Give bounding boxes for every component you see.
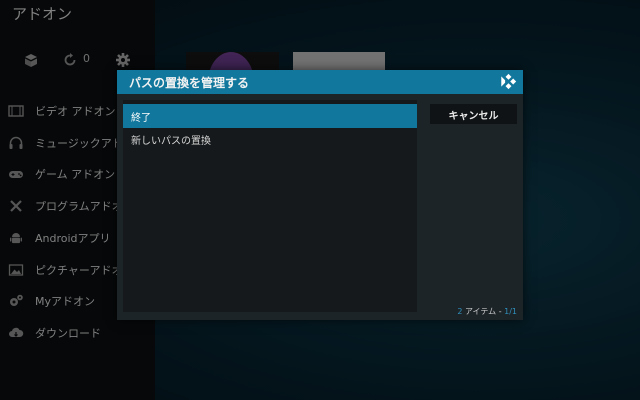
item-count-label: アイテム - <box>462 307 505 316</box>
cancel-button[interactable]: キャンセル <box>430 104 517 124</box>
path-substitution-dialog: パスの置換を管理する 終了 新しいパスの置換 キャンセル 2 アイテム - 1/… <box>117 70 523 320</box>
list-item-label: 新しいパスの置換 <box>131 135 211 147</box>
list-item-label: 終了 <box>131 112 151 124</box>
kodi-logo-icon <box>500 73 517 90</box>
list-item-new-substitution[interactable]: 新しいパスの置換 <box>123 127 417 151</box>
dialog-title: パスの置換を管理する <box>129 76 250 90</box>
item-count-footer: 2 アイテム - 1/1 <box>457 306 517 317</box>
list-item-exit[interactable]: 終了 <box>123 104 417 128</box>
substitution-list: 終了 新しいパスの置換 <box>123 100 417 312</box>
page-indicator: 1/1 <box>504 307 517 316</box>
dialog-header: パスの置換を管理する <box>117 70 523 94</box>
